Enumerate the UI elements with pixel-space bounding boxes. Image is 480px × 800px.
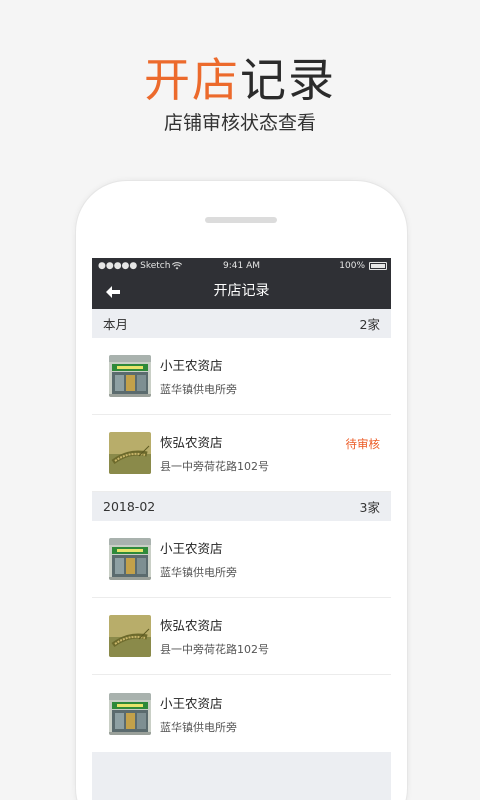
hero-subtitle: 店铺审核状态查看: [163, 112, 316, 134]
store-address: 县一中旁荷花路102号: [160, 643, 269, 656]
section-label: 本月: [103, 317, 129, 332]
store-name: 小王农资店: [160, 695, 223, 711]
section-count: 2家: [359, 317, 380, 332]
store-row[interactable]: 恢弘农资店 县一中旁荷花路102号 待审核: [92, 415, 391, 492]
store-info: 小王农资店蓝华镇供电所旁: [160, 538, 380, 580]
nav-title: 开店记录: [213, 283, 270, 299]
battery-percent: 100%: [339, 261, 365, 271]
store-row[interactable]: 小王农资店蓝华镇供电所旁: [92, 675, 391, 752]
section-count: 3家: [359, 500, 380, 515]
store-info: 小王农资店蓝华镇供电所旁: [160, 693, 380, 735]
list-footer-space: [92, 752, 391, 800]
store-address: 蓝华镇供电所旁: [160, 720, 237, 734]
store-address: 县一中旁荷花路102号: [160, 460, 269, 473]
store-thumbnail: [109, 432, 151, 474]
hero-title-rest: 记录: [240, 53, 336, 107]
store-name: 恢弘农资店: [160, 618, 223, 633]
store-name: 小王农资店: [160, 358, 223, 373]
store-thumbnail: [109, 538, 151, 580]
review-status-badge: 待审核: [345, 437, 381, 451]
store-thumbnail: [109, 692, 151, 735]
store-row[interactable]: 恢弘农资店县一中旁荷花路102号: [92, 598, 391, 675]
store-address: 蓝华镇供电所旁: [160, 566, 237, 579]
store-row[interactable]: 小王农资店蓝华镇供电所旁: [92, 338, 391, 415]
hero-title: 开店记录: [0, 44, 480, 110]
phone-screen: ●●●●● Sketch 9:41 AM 100% 开店记录 本月 2家小王农资店…: [92, 258, 391, 800]
battery-icon: [369, 262, 387, 270]
section-label: 2018-02: [103, 499, 156, 514]
store-address: 蓝华镇供电所旁: [160, 383, 237, 396]
store-thumbnail: [109, 355, 151, 397]
store-row[interactable]: 小王农资店蓝华镇供电所旁: [92, 521, 391, 598]
section-header: 本月 2家: [92, 309, 391, 338]
nav-bar: 开店记录: [92, 274, 391, 309]
store-name: 小王农资店: [160, 541, 223, 556]
back-arrow-icon[interactable]: [102, 274, 124, 309]
hero-title-accent: 开店: [144, 53, 240, 107]
status-bar: ●●●●● Sketch 9:41 AM 100%: [92, 258, 391, 274]
store-info: 小王农资店蓝华镇供电所旁: [160, 355, 380, 397]
phone-speaker: [205, 217, 277, 223]
store-info: 恢弘农资店县一中旁荷花路102号: [160, 615, 380, 657]
store-thumbnail: [109, 615, 151, 657]
section-header: 2018-02 3家: [92, 492, 391, 521]
store-record-list: 本月 2家 小王农资店 蓝华镇供电所旁 恢弘农资店 县一中旁荷花路102号 待审核 2018-…: [92, 309, 391, 752]
